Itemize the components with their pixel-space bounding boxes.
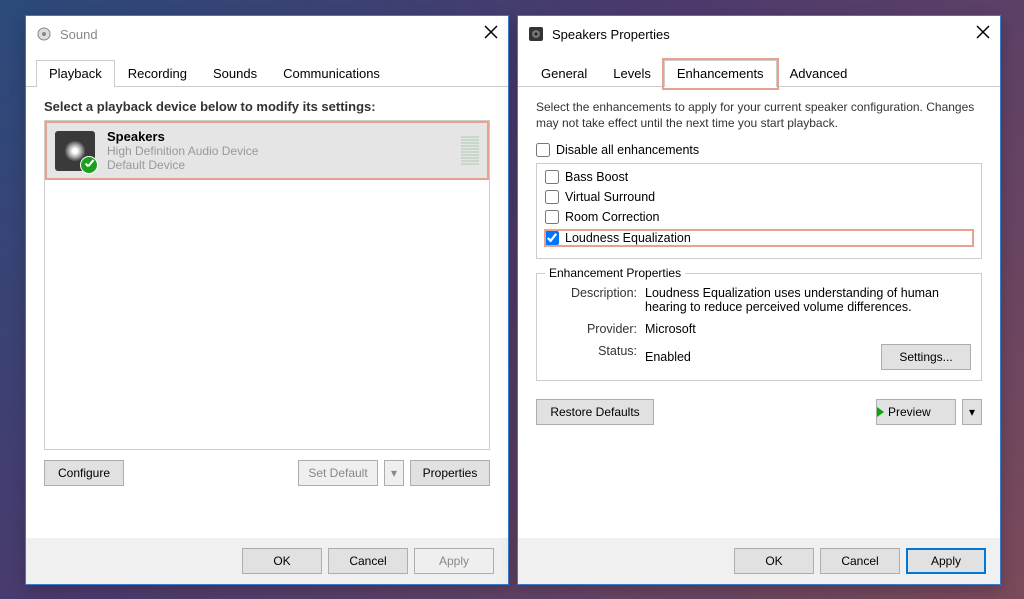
enhancements-list: Bass Boost Virtual Surround Room Correct… (536, 163, 982, 259)
ok-button[interactable]: OK (242, 548, 322, 574)
configure-button[interactable]: Configure (44, 460, 124, 486)
device-desc: High Definition Audio Device (107, 144, 453, 158)
tab-recording[interactable]: Recording (115, 60, 200, 86)
device-name: Speakers (107, 129, 453, 144)
enh-room-correction[interactable]: Room Correction (545, 210, 973, 224)
tab-general[interactable]: General (528, 60, 600, 86)
titlebar-props[interactable]: Speakers Properties (518, 16, 1000, 52)
description-label: Description: (547, 286, 637, 300)
provider-value: Microsoft (645, 322, 971, 336)
play-icon (877, 407, 884, 417)
enh-bass-boost[interactable]: Bass Boost (545, 170, 973, 184)
level-meter (461, 136, 479, 165)
speaker-small-icon (528, 26, 544, 42)
settings-button[interactable]: Settings... (881, 344, 971, 370)
tab-enhancements[interactable]: Enhancements (664, 60, 777, 87)
tab-advanced[interactable]: Advanced (777, 60, 861, 86)
preview-dropdown-button[interactable]: ▾ (962, 399, 982, 425)
enh-label: Loudness Equalization (565, 231, 691, 245)
set-default-dropdown-button: ▾ (384, 460, 404, 486)
prompt-text: Select a playback device below to modify… (44, 99, 490, 114)
fieldset-legend: Enhancement Properties (545, 266, 685, 280)
window-title: Sound (60, 27, 484, 42)
enh-virtual-surround[interactable]: Virtual Surround (545, 190, 973, 204)
enh-loudness-input[interactable] (545, 231, 559, 245)
enh-label: Bass Boost (565, 170, 628, 184)
preview-label: Preview (888, 405, 931, 419)
status-label: Status: (547, 344, 637, 358)
enh-loudness-equalization[interactable]: Loudness Equalization (545, 230, 973, 246)
description-value: Loudness Equalization uses understanding… (645, 286, 971, 314)
dialog-buttons: OK Cancel Apply (518, 538, 1000, 584)
enhancement-properties-fieldset: Enhancement Properties Description: Loud… (536, 273, 982, 381)
enh-bass-boost-input[interactable] (545, 170, 559, 184)
restore-defaults-button[interactable]: Restore Defaults (536, 399, 654, 425)
tab-sounds[interactable]: Sounds (200, 60, 270, 86)
disable-all-checkbox[interactable]: Disable all enhancements (536, 143, 982, 157)
close-icon[interactable] (976, 25, 990, 44)
preview-button[interactable]: Preview (876, 399, 956, 425)
disable-all-input[interactable] (536, 143, 550, 157)
close-icon[interactable] (484, 25, 498, 44)
intro-text: Select the enhancements to apply for you… (536, 99, 982, 131)
enh-label: Room Correction (565, 210, 659, 224)
titlebar-sound[interactable]: Sound (26, 16, 508, 52)
speakers-properties-dialog: Speakers Properties General Levels Enhan… (517, 15, 1001, 585)
tab-communications[interactable]: Communications (270, 60, 393, 86)
enh-room-correction-input[interactable] (545, 210, 559, 224)
properties-button[interactable]: Properties (410, 460, 490, 486)
enh-label: Virtual Surround (565, 190, 655, 204)
set-default-button: Set Default (298, 460, 378, 486)
dialog-buttons: OK Cancel Apply (26, 538, 508, 584)
device-status: Default Device (107, 158, 453, 172)
tabstrip-sound: Playback Recording Sounds Communications (26, 60, 508, 87)
apply-button[interactable]: Apply (906, 548, 986, 574)
tabstrip-props: General Levels Enhancements Advanced (518, 60, 1000, 87)
status-value: Enabled (645, 350, 691, 364)
apply-button: Apply (414, 548, 494, 574)
tab-playback[interactable]: Playback (36, 60, 115, 87)
cancel-button[interactable]: Cancel (328, 548, 408, 574)
provider-label: Provider: (547, 322, 637, 336)
device-item-speakers[interactable]: Speakers High Definition Audio Device De… (45, 121, 489, 180)
default-badge (80, 156, 98, 174)
sound-dialog: Sound Playback Recording Sounds Communic… (25, 15, 509, 585)
ok-button[interactable]: OK (734, 548, 814, 574)
enh-virtual-surround-input[interactable] (545, 190, 559, 204)
device-list[interactable]: Speakers High Definition Audio Device De… (44, 120, 490, 450)
sound-icon (36, 26, 52, 42)
tab-levels[interactable]: Levels (600, 60, 664, 86)
cancel-button[interactable]: Cancel (820, 548, 900, 574)
disable-all-label: Disable all enhancements (556, 143, 699, 157)
window-title: Speakers Properties (552, 27, 976, 42)
speaker-icon (55, 131, 95, 171)
